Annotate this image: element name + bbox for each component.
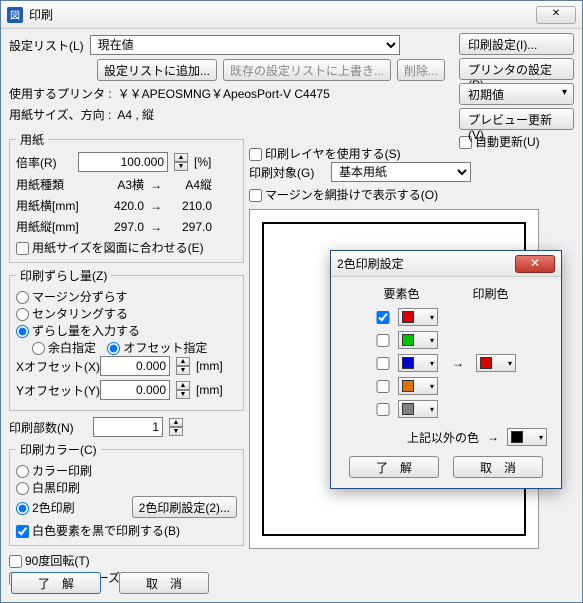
other-color-swatch[interactable]: ▾: [507, 428, 547, 446]
sub-ok-button[interactable]: 了 解: [349, 456, 439, 478]
white-to-black-checkbox[interactable]: 白色要素を黒で印刷する(B): [16, 524, 180, 538]
elem-color-swatch[interactable]: ▾: [398, 400, 438, 418]
y-spinner[interactable]: ▲▼: [176, 381, 190, 399]
print-target-label: 印刷対象(G): [249, 164, 325, 181]
ok-button[interactable]: 了 解: [11, 572, 101, 594]
color-legend: 印刷カラー(C): [16, 441, 101, 458]
color-rows: ▾ ▾ ▾ → ▾ ▾ ▾: [341, 308, 551, 418]
settings-list-select[interactable]: 現在値: [90, 35, 400, 55]
hdr-element-color: 要素色: [383, 285, 419, 302]
copies-spinner[interactable]: ▲▼: [169, 418, 183, 436]
sub-titlebar: 2色印刷設定 ✕: [331, 251, 561, 277]
elem-color-check[interactable]: [374, 311, 392, 324]
arrow-icon: →: [446, 356, 470, 370]
elem-color-check[interactable]: [374, 403, 392, 416]
copies-label: 印刷部数(N): [9, 419, 87, 436]
elem-color-swatch[interactable]: ▾: [398, 354, 438, 372]
offset-group: 印刷ずらし量(Z) マージン分ずらす センタリングする ずらし量を入力する 余白…: [9, 267, 244, 411]
elem-color-swatch[interactable]: ▾: [398, 331, 438, 349]
window-title: 印刷: [29, 6, 536, 23]
hdr-print-color: 印刷色: [472, 285, 508, 302]
fit-to-drawing-checkbox[interactable]: 用紙サイズを図面に合わせる(E): [16, 241, 204, 255]
use-print-layer-checkbox[interactable]: 印刷レイヤを使用する(S): [249, 147, 401, 161]
left-panel: 用紙 倍率(R) ▲▼ [%] 用紙種類A3横→A4縦 用紙横[mm]420.0…: [9, 127, 244, 586]
rotate90-checkbox[interactable]: 90度回転(T): [9, 554, 90, 568]
opt-offset[interactable]: オフセット指定: [107, 341, 207, 355]
x-spinner[interactable]: ▲▼: [176, 357, 190, 375]
ratio-label: 倍率(R): [16, 154, 72, 171]
footer-buttons: 了 解 取 消: [11, 572, 209, 594]
printer-label: 使用するプリンタ :: [9, 85, 112, 102]
paper-legend: 用紙: [16, 131, 48, 148]
opt-blank[interactable]: 余白指定: [32, 341, 96, 355]
opt-bw-print[interactable]: 白黒印刷: [16, 481, 80, 495]
sub-close-icon[interactable]: ✕: [515, 255, 555, 273]
right-button-column: 印刷設定(I)... プリンタの設定(P)... 初期値 プレビュー更新(V) …: [459, 33, 574, 150]
x-offset-label: Xオフセット(X): [16, 358, 94, 375]
paper-group: 用紙 倍率(R) ▲▼ [%] 用紙種類A3横→A4縦 用紙横[mm]420.0…: [9, 131, 244, 263]
overwrite-list-button[interactable]: 既存の設定リストに上書き...: [223, 59, 391, 81]
close-icon[interactable]: ✕: [536, 6, 576, 24]
color-group: 印刷カラー(C) カラー印刷 白黒印刷 2色印刷 2色印刷設定(2)... 白色要…: [9, 441, 244, 546]
copies-input[interactable]: [93, 417, 163, 437]
paper-size-dir-value: A4 , 縦: [117, 106, 154, 123]
opt-center[interactable]: センタリングする: [16, 307, 128, 321]
default-button[interactable]: 初期値: [459, 83, 574, 105]
paper-height-label: 用紙縦[mm]: [16, 218, 94, 235]
y-offset-input[interactable]: [100, 380, 170, 400]
print-target-select[interactable]: 基本用紙: [331, 162, 471, 182]
add-to-list-button[interactable]: 設定リストに追加...: [97, 59, 217, 81]
sub-cancel-button[interactable]: 取 消: [453, 456, 543, 478]
ratio-unit: [%]: [194, 155, 211, 169]
app-icon: 図: [7, 7, 23, 23]
elem-color-check[interactable]: [374, 380, 392, 393]
ratio-spinner[interactable]: ▲▼: [174, 153, 188, 171]
margin-hatch-checkbox[interactable]: マージンを網掛けで表示する(O): [249, 188, 438, 202]
printer-settings-button[interactable]: プリンタの設定(P)...: [459, 58, 574, 80]
paper-width-label: 用紙横[mm]: [16, 197, 94, 214]
opt-input[interactable]: ずらし量を入力する: [16, 324, 140, 338]
offset-legend: 印刷ずらし量(Z): [16, 267, 111, 284]
other-color-label: 上記以外の色: [407, 429, 479, 446]
titlebar: 図 印刷 ✕: [1, 1, 582, 29]
opt-2color-print[interactable]: 2色印刷: [16, 499, 75, 516]
paper-type-label: 用紙種類: [16, 176, 94, 193]
elem-color-check[interactable]: [374, 334, 392, 347]
opt-margin[interactable]: マージン分ずらす: [16, 290, 128, 304]
arrow-icon: →: [487, 430, 499, 444]
print-color-swatch[interactable]: ▾: [476, 354, 516, 372]
elem-color-swatch[interactable]: ▾: [398, 377, 438, 395]
y-offset-label: Yオフセット(Y): [16, 382, 94, 399]
ratio-input[interactable]: [78, 152, 168, 172]
two-color-dialog: 2色印刷設定 ✕ 要素色 印刷色 ▾ ▾ ▾ → ▾ ▾ ▾ 上記以外の色 → ▾ 了 解 取…: [330, 250, 562, 489]
print-settings-button[interactable]: 印刷設定(I)...: [459, 33, 574, 55]
sub-title: 2色印刷設定: [337, 255, 515, 272]
elem-color-swatch[interactable]: ▾: [398, 308, 438, 326]
preview-update-button[interactable]: プレビュー更新(V): [459, 108, 574, 130]
printer-value: ￥￥APEOSMNG￥ApeosPort-V C4475: [118, 85, 330, 102]
settings-list-label: 設定リスト(L): [9, 37, 84, 54]
cancel-button[interactable]: 取 消: [119, 572, 209, 594]
paper-size-dir-label: 用紙サイズ、方向 :: [9, 106, 111, 123]
two-color-settings-button[interactable]: 2色印刷設定(2)...: [132, 496, 237, 518]
elem-color-check[interactable]: [374, 357, 392, 370]
delete-list-button[interactable]: 削除...: [397, 59, 445, 81]
opt-color-print[interactable]: カラー印刷: [16, 464, 92, 478]
x-offset-input[interactable]: [100, 356, 170, 376]
